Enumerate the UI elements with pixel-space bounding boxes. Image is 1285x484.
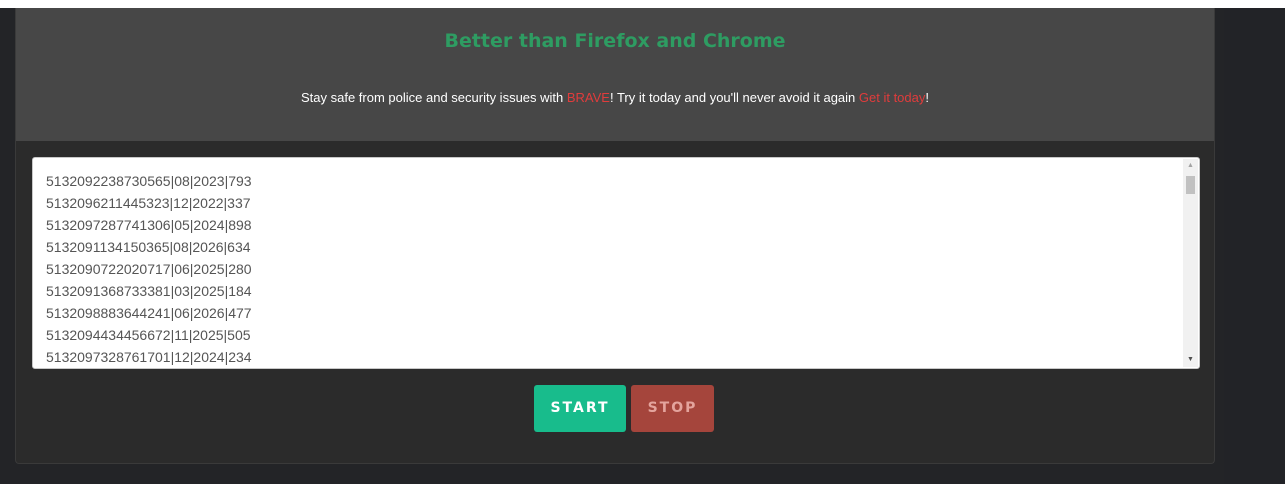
- textarea-scrollbar[interactable]: ▲ ▼: [1183, 159, 1198, 367]
- textarea-line: 5132094434456672|11|2025|505: [46, 327, 251, 343]
- start-button[interactable]: START: [534, 385, 626, 432]
- card-list-textarea[interactable]: 5132092238730565|08|2023|793 51320962114…: [32, 157, 1200, 369]
- textarea-line: 5132097287741306|05|2024|898: [46, 217, 252, 233]
- top-border-strip: [0, 0, 1285, 8]
- promo-text-middle: ! Try it today and you'll never avoid it…: [609, 90, 859, 105]
- textarea-line: 5132097328761701|12|2024|234: [46, 349, 252, 365]
- textarea-content[interactable]: 5132092238730565|08|2023|793 51320962114…: [46, 170, 252, 368]
- right-side-panel: [1224, 8, 1285, 484]
- promo-banner: Stay safe from police and security issue…: [16, 90, 1214, 105]
- brave-link[interactable]: BRAVE: [567, 90, 610, 105]
- stop-button[interactable]: STOP: [631, 385, 714, 432]
- scrollbar-thumb[interactable]: [1186, 176, 1195, 194]
- textarea-line: 5132096211445323|12|2022|337: [46, 195, 251, 211]
- textarea-line: 5132090722020717|06|2025|280: [46, 261, 252, 277]
- checker-card: Better than Firefox and Chrome Stay safe…: [15, 8, 1215, 464]
- textarea-line: 5132098883644241|06|2026|477: [46, 305, 252, 321]
- promo-text-after: !: [925, 90, 929, 105]
- card-header: Better than Firefox and Chrome Stay safe…: [16, 8, 1214, 141]
- textarea-line: 5132092238730565|08|2023|793: [46, 173, 252, 189]
- promo-text-before: Stay safe from police and security issue…: [300, 90, 567, 105]
- page-title: Better than Firefox and Chrome: [444, 30, 786, 52]
- scroll-up-arrow-icon[interactable]: ▲: [1183, 159, 1198, 173]
- textarea-line: 5132091134150365|08|2026|634: [46, 239, 251, 255]
- textarea-line: 5132091368733381|03|2025|184: [46, 283, 252, 299]
- scroll-down-arrow-icon[interactable]: ▼: [1183, 353, 1198, 367]
- get-it-today-link[interactable]: Get it today: [859, 90, 925, 105]
